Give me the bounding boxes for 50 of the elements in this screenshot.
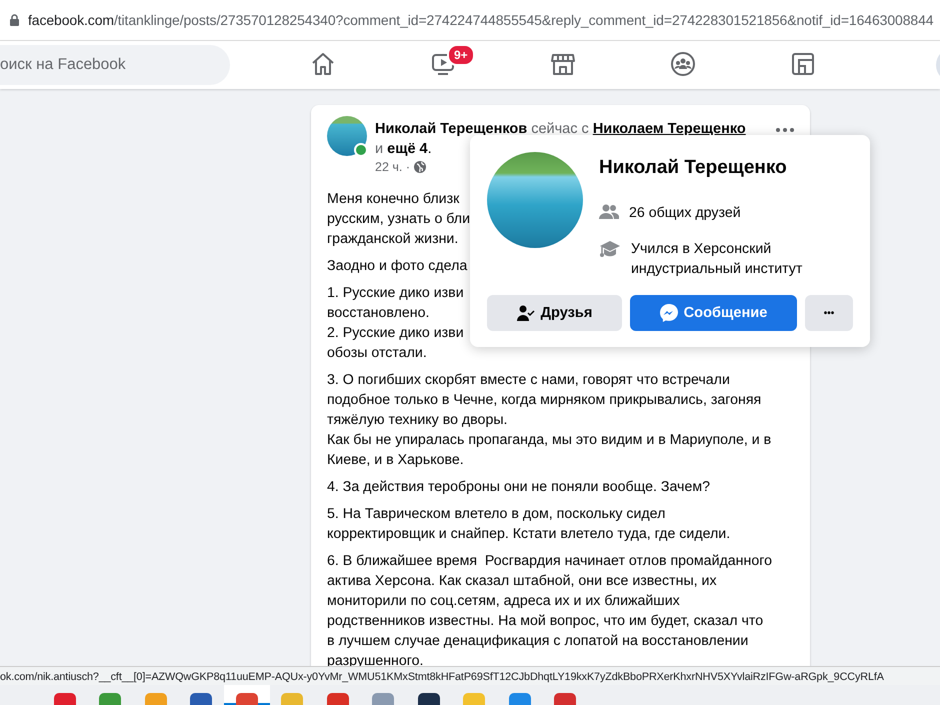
post-text-line: родственников известны. На мой вопрос, что им будет, сказал что [327, 612, 764, 631]
post-text-line: Киеве, и в Харькове. [327, 451, 464, 470]
post-text-line: 5. На Таврическом влетело в дом, поскольку сидел [327, 505, 666, 524]
post-text-line: гражданской жизни. [327, 230, 458, 249]
post-text-line: разрушенного. [327, 652, 424, 671]
post-text-line: русским, узнать о бли [327, 210, 470, 229]
lock-icon [10, 14, 19, 26]
link-url-text: ok.com/nik.antiusch?__cft__[0]=AZWQwGKP8q11uuEMP-AQUx-y0YvMr_WMU51KMxStmt8kHFatP69SfT12CJbDhqtLY19kxK7yZdkBboPRXerKhxrNHV5XYvlaiRzIFGw-aRGpk_9CCyRLfA [0, 671, 884, 683]
post-text-line: 4. За действия тероброны они не поняли вообще. Зачем? [327, 478, 710, 497]
post-text-line: Меня конечно близк [327, 190, 460, 209]
people-icon [670, 50, 696, 76]
more-people-link[interactable]: ещё 4 [387, 141, 428, 157]
gaming-icon [791, 52, 815, 76]
post-text-line: 6. В ближайшее время Росгвардия начинает отлов промайданного [327, 552, 772, 571]
messenger-icon [660, 304, 678, 322]
tagged-person-link[interactable]: Николаем Терещенко [592, 121, 746, 137]
post-text-line: в лучшем случае денацификация с лопатой на восстановлении [327, 632, 748, 651]
post-text-line: Заодно и фото сдела [327, 257, 468, 276]
more-button[interactable]: ••• [805, 295, 853, 331]
more-options-icon[interactable] [776, 128, 794, 132]
post-text-line: восстановлено. [327, 304, 430, 323]
post-text-line: корректировщик и снайпер. Кстати влетело туда, где сидели. [327, 525, 730, 544]
with-text: сейчас с [531, 121, 589, 137]
notification-badge: 9+ [447, 44, 475, 66]
profile-fact-text: 26 общих друзей [629, 204, 742, 223]
post-text-line: 2. Русские дико изви [327, 324, 464, 343]
post-text-line: тяжёлую технику во дворы. [327, 411, 508, 430]
and-text: и [375, 141, 384, 157]
globe-icon [414, 161, 426, 173]
post-text-line: мониторили по соц.сетям, адреса их и их ближайших [327, 592, 680, 611]
post-text-line: обозы отстали. [327, 344, 427, 363]
profile-fact-text: Учился в Херсонский индустриальный институт [631, 240, 804, 279]
friends-button[interactable]: Друзья [487, 295, 622, 331]
post-text-line: 3. О погибших скорбят вместе с нами, говорят что встречали [327, 371, 730, 390]
friends-icon [599, 204, 619, 220]
person-check-icon [516, 305, 535, 321]
graduation-cap-icon [599, 240, 621, 260]
post-text-line: подобное только в Чечне, когда мирняком прикрывались, загоняя [327, 391, 762, 410]
home-icon [310, 50, 336, 76]
author-avatar[interactable] [327, 116, 367, 156]
search-field[interactable]: оиск на Facebook [0, 45, 230, 85]
message-button[interactable]: Сообщение [630, 295, 797, 331]
author-name-link[interactable]: Николай Терещенков [375, 121, 528, 137]
post-text-line: актива Херсона. Как сказал штабной, они все известны, их [327, 572, 717, 591]
post-time-link[interactable]: 22 ч. · [375, 159, 410, 175]
post-text-line: 1. Русские дико изви [327, 284, 464, 303]
period-text: . [428, 141, 432, 157]
profile-name[interactable]: Николай Терещенко [599, 157, 816, 179]
nav-tab[interactable]: 9+ [383, 41, 503, 89]
post-text-line: Как бы не упиралась пропаганда, мы это видим и в Мариуполе, и в [327, 431, 772, 450]
